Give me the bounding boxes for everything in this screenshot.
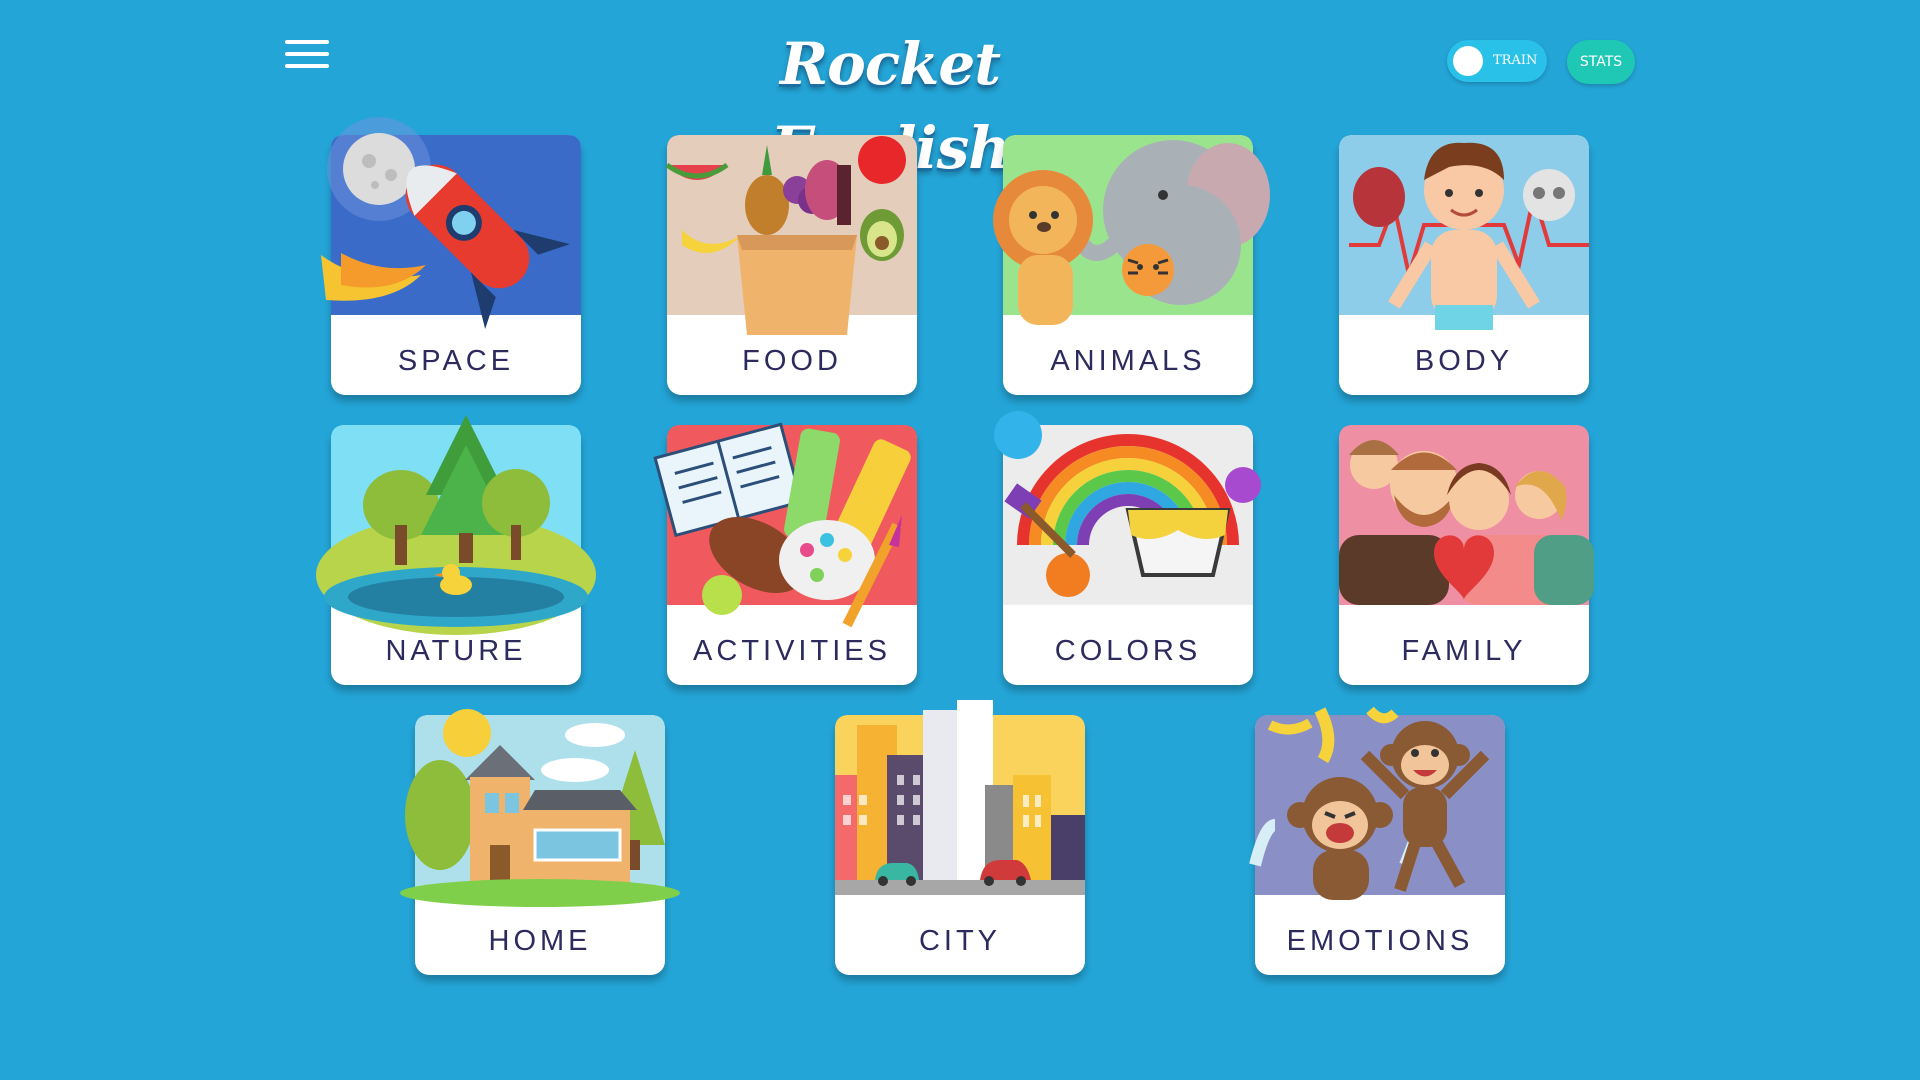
category-card-food[interactable]: FOOD bbox=[665, 135, 917, 395]
rainbow-paint-icon bbox=[994, 411, 1261, 605]
human-body-icon bbox=[1339, 135, 1589, 330]
category-card-home[interactable]: HOME bbox=[400, 709, 680, 975]
monkeys-icon bbox=[1249, 706, 1505, 900]
category-card-colors[interactable]: COLORS bbox=[994, 411, 1261, 685]
category-card-animals[interactable]: ANIMALS bbox=[993, 135, 1270, 395]
category-label: FOOD bbox=[742, 345, 842, 377]
menu-bar bbox=[285, 64, 329, 68]
train-toggle[interactable]: TRAIN bbox=[1447, 40, 1547, 82]
category-card-emotions[interactable]: EMOTIONS bbox=[1249, 706, 1505, 975]
category-card-city[interactable]: CITY bbox=[835, 700, 1085, 975]
rocket-moon-icon bbox=[321, 117, 581, 329]
category-label: HOME bbox=[488, 925, 592, 957]
category-card-activities[interactable]: ACTIVITIES bbox=[653, 422, 917, 685]
category-label: ACTIVITIES bbox=[693, 635, 891, 667]
book-ball-paint-icon bbox=[653, 422, 917, 628]
trees-pond-duck-icon bbox=[316, 415, 596, 635]
category-label: COLORS bbox=[1054, 635, 1202, 667]
hamburger-menu-icon[interactable] bbox=[285, 40, 329, 70]
category-label: NATURE bbox=[385, 635, 527, 667]
stats-button[interactable]: STATS bbox=[1567, 40, 1635, 84]
lion-elephant-tiger-icon bbox=[993, 135, 1270, 325]
train-label: TRAIN bbox=[1493, 53, 1538, 68]
house-trees-icon bbox=[400, 709, 680, 907]
category-label: BODY bbox=[1414, 345, 1514, 377]
category-card-nature[interactable]: NATURE bbox=[316, 415, 596, 685]
category-label: ANIMALS bbox=[1050, 345, 1206, 377]
city-buildings-icon bbox=[835, 700, 1085, 895]
category-label: FAMILY bbox=[1401, 635, 1527, 667]
menu-bar bbox=[285, 52, 329, 56]
category-label: EMOTIONS bbox=[1286, 925, 1474, 957]
category-label: CITY bbox=[918, 925, 1002, 957]
category-card-space[interactable]: SPACE bbox=[321, 117, 581, 395]
toggle-knob bbox=[1453, 46, 1483, 76]
family-heart-icon bbox=[1339, 425, 1594, 605]
category-card-body[interactable]: BODY bbox=[1339, 135, 1589, 395]
category-card-family[interactable]: FAMILY bbox=[1339, 425, 1594, 685]
category-label: SPACE bbox=[397, 345, 515, 377]
menu-bar bbox=[285, 40, 329, 44]
app-title: Rocket English bbox=[771, 30, 1011, 182]
grocery-bag-icon bbox=[665, 135, 917, 335]
